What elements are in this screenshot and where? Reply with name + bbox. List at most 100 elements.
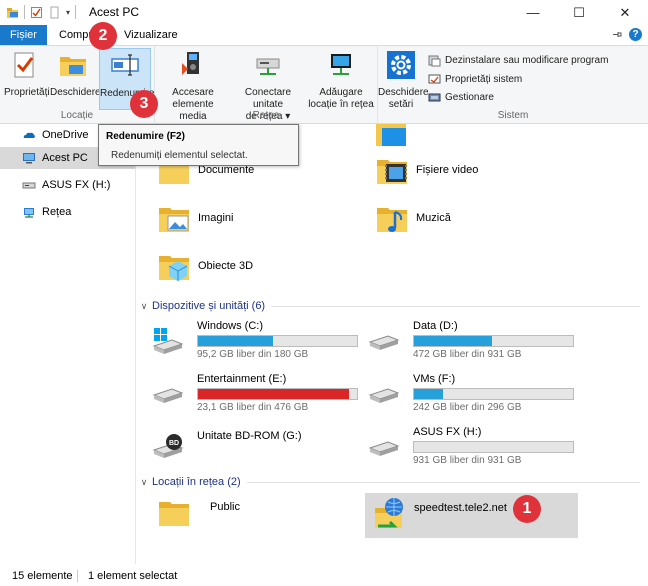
network-location-speedtest[interactable]: speedtest.tele2.net <box>372 496 507 532</box>
folder-videos[interactable]: Fișiere video <box>374 152 478 188</box>
quick-access-toolbar: ▾ <box>6 5 77 19</box>
drive-h[interactable]: ASUS FX (H:) 931 GB liber din 931 GB <box>352 426 574 466</box>
access-media-label-1: Accesare <box>172 87 214 98</box>
drive-icon <box>152 388 184 403</box>
maximize-button[interactable]: ☐ <box>556 0 602 25</box>
section-network-locations[interactable]: ∨ Locații în rețea (2) <box>136 474 648 490</box>
drive-usage-fill <box>414 389 443 399</box>
annotation-badge-2: 2 <box>89 22 117 50</box>
group-label-system: Sistem <box>497 110 529 121</box>
bd-rom-icon: BD <box>152 434 184 458</box>
close-button[interactable]: ✕ <box>602 0 648 25</box>
properties-label: Proprietăți <box>4 87 50 98</box>
map-drive-label-1: Conectare unitate <box>244 87 292 110</box>
desktop-folder-icon[interactable] <box>374 124 410 148</box>
pictures-folder-icon <box>159 208 189 232</box>
tooltip-title: Redenumire (F2) <box>106 131 185 142</box>
navigation-pane: OneDrive Acest PC ASUS FX (H:) Rețea <box>0 124 135 564</box>
drive-g-bdrom[interactable]: BD Unitate BD-ROM (G:) <box>136 426 346 466</box>
folder-3d-objects[interactable]: Obiecte 3D <box>156 248 253 284</box>
system-properties-button[interactable]: Proprietăți sistem <box>428 73 522 86</box>
network-location-public[interactable]: Public <box>156 494 240 530</box>
open-settings-button[interactable]: Deschidere setări <box>378 49 429 111</box>
uninstall-icon <box>428 55 441 67</box>
drive-usage-fill <box>198 336 273 346</box>
settings-gear-icon <box>387 51 415 79</box>
drive-c[interactable]: Windows (C:) 95,2 GB liber din 180 GB <box>136 320 358 360</box>
network-drive-icon <box>256 58 280 75</box>
nav-item-label: Rețea <box>42 206 72 218</box>
ribbon: Proprietăți Deschidere Redenumire Locați… <box>0 45 648 124</box>
ribbon-group-network: Accesare elemente media Conectare unitat… <box>155 46 378 124</box>
drive-icon <box>368 441 400 456</box>
pin-ribbon-icon[interactable] <box>612 29 623 40</box>
folder-music[interactable]: Muzică <box>374 200 451 236</box>
status-separator <box>77 570 78 582</box>
section-divider <box>246 481 640 483</box>
drive-icon <box>368 388 400 403</box>
nav-item-asus-fx[interactable]: ASUS FX (H:) <box>0 174 135 196</box>
qat-separator-2 <box>75 5 77 19</box>
drive-f[interactable]: VMs (F:) 242 GB liber din 296 GB <box>352 373 574 413</box>
new-folder-qat-icon[interactable] <box>48 6 61 19</box>
manage-button[interactable]: Gestionare <box>428 91 494 104</box>
item-count: 15 elemente <box>12 570 73 582</box>
drive-free-space: 931 GB liber din 931 GB <box>413 455 522 466</box>
group-label-network: Rețea <box>252 110 280 121</box>
drive-free-space: 23,1 GB liber din 476 GB <box>197 402 309 413</box>
drive-icon <box>22 182 36 189</box>
drive-usage-bar <box>413 441 574 453</box>
window-controls: — ☐ ✕ <box>510 0 648 25</box>
ftp-globe-folder-icon <box>375 498 403 528</box>
tab-view[interactable]: Vizualizare <box>118 25 184 45</box>
nav-item-network[interactable]: Rețea <box>0 201 135 223</box>
uninstall-label: Dezinstalare sau modificare program <box>445 55 609 66</box>
folder-label: Imagini <box>198 212 234 224</box>
drive-name: VMs (F:) <box>413 373 456 385</box>
drive-e[interactable]: Entertainment (E:) 23,1 GB liber din 476… <box>136 373 358 413</box>
drive-d[interactable]: Data (D:) 472 GB liber din 931 GB <box>352 320 574 360</box>
3d-objects-folder-icon <box>159 256 189 281</box>
drive-free-space: 95,2 GB liber din 180 GB <box>197 349 309 360</box>
computer-icon <box>23 153 35 164</box>
drive-usage-fill <box>414 336 492 346</box>
folder-pictures[interactable]: Imagini <box>156 200 233 236</box>
section-label: Locații în rețea (2) <box>152 476 241 488</box>
svg-text:BD: BD <box>169 440 179 447</box>
qat-separator <box>24 5 25 19</box>
drive-usage-bar <box>197 335 358 347</box>
drive-free-space: 242 GB liber din 296 GB <box>413 402 522 413</box>
open-settings-label-1: Deschidere <box>378 87 429 98</box>
nav-item-label: Acest PC <box>42 152 88 164</box>
section-label: Dispozitive și unități (6) <box>152 300 266 312</box>
network-location-label: Public <box>210 501 240 513</box>
properties-qat-icon[interactable] <box>30 6 43 19</box>
selected-count: 1 element selectat <box>88 570 178 582</box>
tab-file[interactable]: Fișier <box>0 25 47 45</box>
drive-free-space: 472 GB liber din 931 GB <box>413 349 522 360</box>
open-folder-icon <box>60 57 86 76</box>
uninstall-program-button[interactable]: Dezinstalare sau modificare program <box>428 54 608 67</box>
system-properties-label: Proprietăți sistem <box>445 74 523 85</box>
open-label: Deschidere <box>50 87 101 98</box>
help-icon[interactable]: ? <box>629 28 642 41</box>
rename-tooltip: Redenumire (F2) Redenumiți elementul sel… <box>98 124 299 166</box>
folder-label: Obiecte 3D <box>198 260 254 272</box>
add-network-location-button[interactable]: Adăugare locație în rețea <box>307 49 375 111</box>
group-label-location: Locație <box>60 110 94 121</box>
videos-folder-icon <box>377 160 407 184</box>
media-icon <box>182 52 199 75</box>
qat-dropdown-icon[interactable]: ▾ <box>66 8 70 17</box>
folder-label: Fișiere video <box>416 164 479 176</box>
drive-name: Unitate BD-ROM (G:) <box>197 430 302 442</box>
properties-button[interactable]: Proprietăți <box>4 49 50 99</box>
open-button[interactable]: Deschidere <box>50 49 101 99</box>
minimize-button[interactable]: — <box>510 0 556 25</box>
collapse-chevron-icon[interactable]: ∨ <box>136 477 152 488</box>
music-folder-icon <box>377 208 407 232</box>
onedrive-icon <box>23 132 35 138</box>
section-devices[interactable]: ∨ Dispozitive și unități (6) <box>136 298 648 314</box>
collapse-chevron-icon[interactable]: ∨ <box>136 301 152 312</box>
folder-icon <box>159 502 189 526</box>
drive-name: Windows (C:) <box>197 320 264 332</box>
